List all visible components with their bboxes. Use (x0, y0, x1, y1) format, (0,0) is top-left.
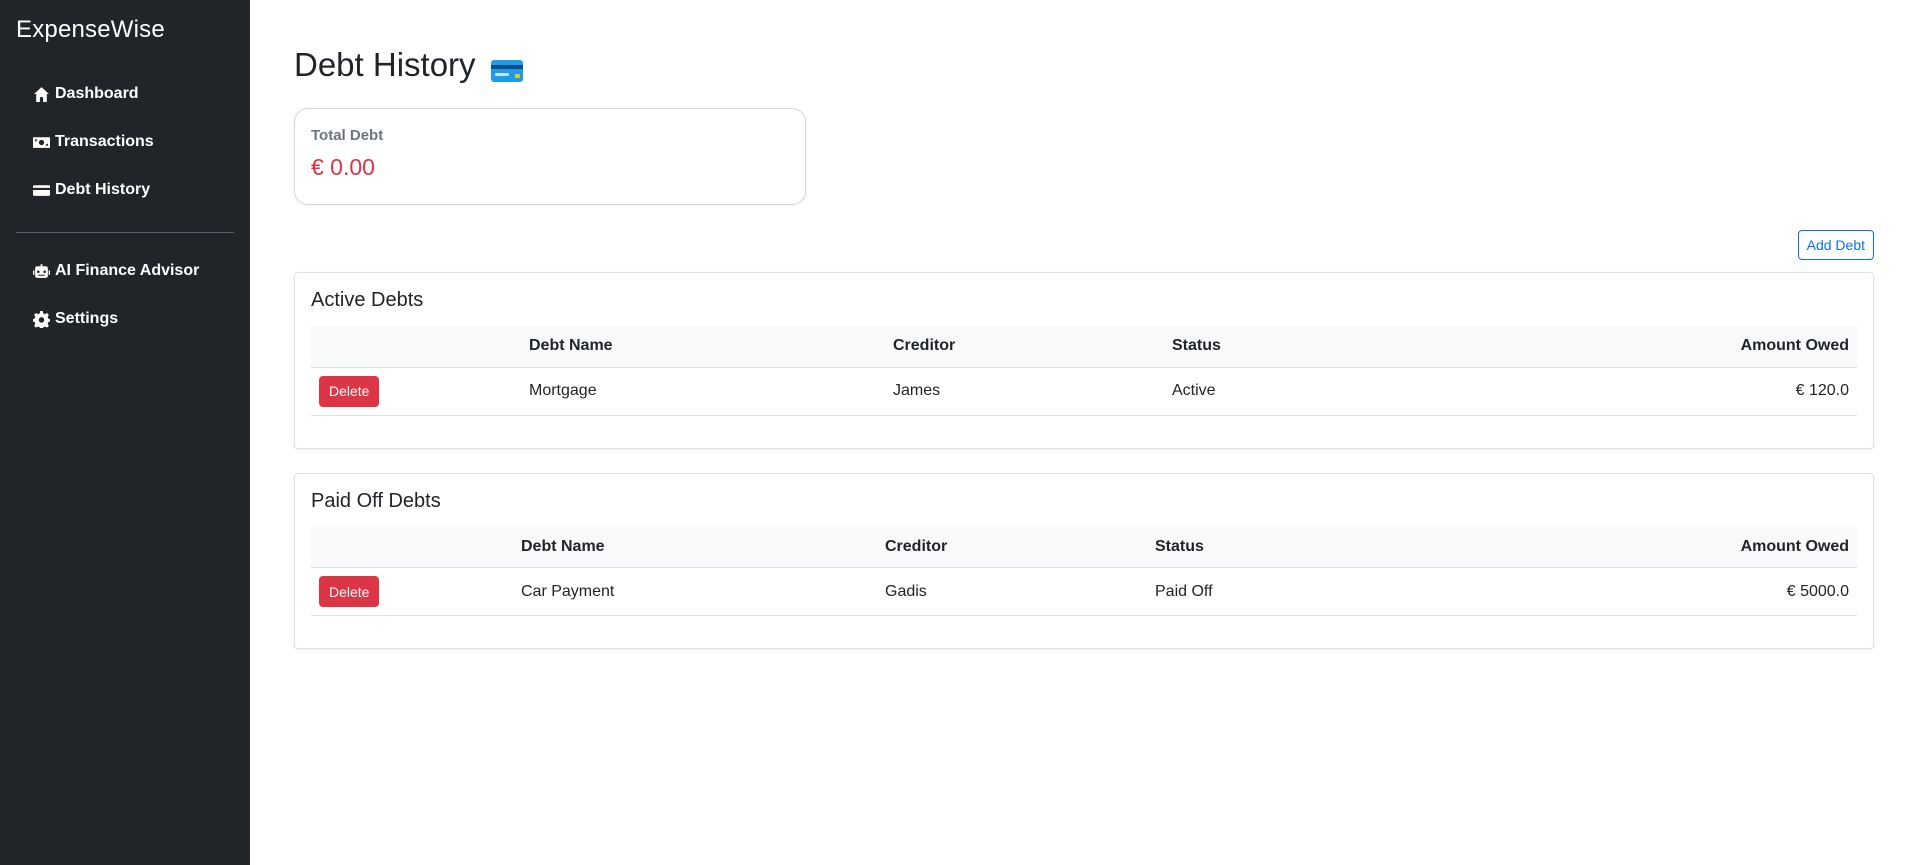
debt-name-cell: Mortgage (521, 367, 885, 416)
creditor-cell: James (885, 367, 1164, 416)
column-header-amount-owed: Amount Owed (1547, 526, 1857, 568)
action-cell: Delete (311, 367, 521, 416)
column-header-amount-owed: Amount Owed (1564, 326, 1857, 368)
table-row: Delete Mortgage James Active € 120.0 (311, 367, 1857, 416)
sidebar-item-transactions[interactable]: Transactions (16, 118, 234, 166)
sidebar-item-debt-history[interactable]: Debt History (16, 166, 234, 214)
sidebar-item-ai-finance-advisor[interactable]: AI Finance Advisor (16, 247, 234, 295)
paid-off-debts-panel: Paid Off Debts Debt Name Creditor Status… (294, 472, 1874, 649)
active-debts-panel: Active Debts Debt Name Creditor Status A… (294, 272, 1874, 449)
credit-card-emoji-icon (490, 53, 524, 82)
column-header-status: Status (1147, 526, 1547, 568)
paid-off-debts-title: Paid Off Debts (311, 489, 441, 512)
house-icon (31, 85, 51, 103)
sidebar-item-dashboard[interactable]: Dashboard (16, 70, 234, 118)
sidebar: ExpenseWise Dashboard Transactions Debt … (0, 0, 250, 865)
credit-card-icon (31, 181, 51, 199)
paid-off-debts-table: Debt Name Creditor Status Amount Owed De… (311, 526, 1857, 616)
table-row: Delete Car Payment Gadis Paid Off € 5000… (311, 567, 1857, 616)
table-header-row: Debt Name Creditor Status Amount Owed (311, 526, 1857, 568)
delete-button[interactable]: Delete (319, 576, 380, 607)
main-content: Debt History Total Debt € 0.00 Add Debt … (250, 0, 1918, 865)
sidebar-item-label: Debt History (55, 181, 151, 198)
total-debt-label: Total Debt (311, 127, 384, 144)
sidebar-divider (16, 232, 234, 233)
brand-logo[interactable]: ExpenseWise (16, 16, 234, 44)
sidebar-item-label: Dashboard (55, 85, 139, 102)
gear-icon (31, 310, 51, 328)
add-debt-button[interactable]: Add Debt (1797, 230, 1874, 260)
total-debt-card: Total Debt € 0.00 (294, 108, 806, 205)
sidebar-item-label: Transactions (55, 133, 154, 150)
column-header-status: Status (1164, 326, 1564, 368)
column-header-creditor: Creditor (877, 526, 1147, 568)
column-header-action (311, 526, 513, 568)
delete-button[interactable]: Delete (319, 375, 380, 407)
column-header-action (311, 326, 521, 368)
column-header-debt-name: Debt Name (513, 526, 877, 568)
money-bill-icon (31, 133, 51, 151)
action-cell: Delete (311, 567, 513, 616)
amount-owed-cell: € 120.0 (1564, 367, 1857, 416)
amount-owed-cell: € 5000.0 (1547, 567, 1857, 616)
active-debts-table: Debt Name Creditor Status Amount Owed De… (311, 326, 1857, 416)
page-title: Debt History (294, 44, 1874, 86)
page-title-text: Debt History (294, 46, 476, 83)
table-header-row: Debt Name Creditor Status Amount Owed (311, 326, 1857, 368)
status-cell: Active (1164, 367, 1564, 416)
active-debts-title: Active Debts (311, 289, 424, 311)
column-header-debt-name: Debt Name (521, 326, 885, 368)
column-header-creditor: Creditor (885, 326, 1164, 368)
sidebar-item-settings[interactable]: Settings (16, 295, 234, 343)
debt-name-cell: Car Payment (513, 567, 877, 616)
robot-icon (31, 262, 51, 280)
actions-bar: Add Debt (294, 230, 1874, 260)
app-root: ExpenseWise Dashboard Transactions Debt … (0, 0, 1918, 865)
status-cell: Paid Off (1147, 567, 1547, 616)
total-debt-value: € 0.00 (311, 154, 375, 180)
sidebar-item-label: AI Finance Advisor (55, 262, 200, 279)
sidebar-item-label: Settings (55, 310, 119, 327)
creditor-cell: Gadis (877, 567, 1147, 616)
